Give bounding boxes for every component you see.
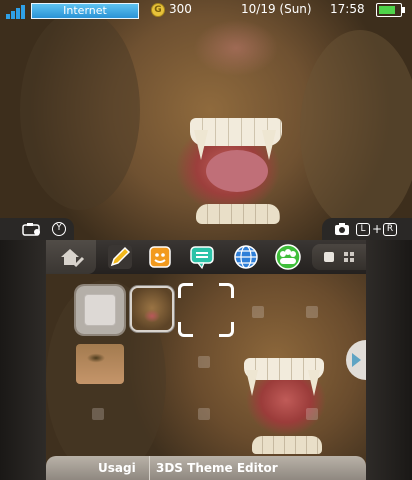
view-toggle[interactable] [312,244,366,270]
user-name-bar: Usagi 3DS Theme Editor [46,456,366,480]
monkey-lower-teeth [196,204,280,224]
plus-sign: + [372,222,383,236]
speech-bubble-icon[interactable] [188,243,216,271]
battery-icon [376,3,405,17]
top-screen-wallpaper: Internet G 300 10/19 (Sun) 17:58 Y L + R [0,0,412,240]
y-button-icon: Y [52,222,66,236]
play-coin-icon: G [151,3,165,17]
battery-level-fill [379,6,395,14]
camera-icon [335,223,349,235]
scroll-right-button[interactable] [346,340,366,380]
home-settings-icon [61,249,85,268]
people-icon[interactable] [274,243,302,271]
fur-shade [20,10,140,210]
globe-icon[interactable] [232,243,260,271]
date-display: 10/19 (Sun) [241,2,312,16]
app-slot-theme-icon[interactable] [132,288,172,330]
bottom-screen-wallpaper [46,240,366,480]
selected-title: 3DS Theme Editor [156,461,278,475]
empty-slot-marker[interactable] [198,356,210,368]
monkey-fang-left [246,370,258,396]
app-slot-folder-thumbnail[interactable] [76,344,124,384]
monkey-fang-right [308,370,320,396]
monkey-fang-left [194,130,208,160]
camera-shortcut-hint-left[interactable]: Y [0,218,74,240]
app-slot-empty-cartridge[interactable] [76,286,124,334]
empty-slot-marker[interactable] [92,408,104,420]
l-button-icon: L [356,223,370,236]
monkey-lower-teeth [252,436,322,454]
monkey-fang-right [262,130,276,160]
smiley-icon[interactable] [146,243,174,271]
user-name: Usagi [98,461,136,475]
fur-shade [300,30,412,230]
camera-icon [22,223,40,236]
single-view-icon[interactable] [324,252,334,262]
selection-cursor [178,283,234,337]
home-settings-button[interactable] [46,240,96,274]
wifi-signal-icon [6,3,28,19]
clock-display: 17:58 [330,2,365,16]
bottom-screen-right-bezel [366,240,412,480]
empty-slot-marker[interactable] [198,408,210,420]
play-coin-count: 300 [169,2,192,16]
bottom-screen-left-bezel [0,240,46,480]
home-menu-toolbar [46,240,366,274]
name-bar-divider [149,456,150,480]
camera-shortcut-hint-right[interactable]: L + R [322,218,412,240]
internet-status-badge: Internet [31,3,139,19]
empty-slot-marker[interactable] [306,306,318,318]
grid-view-icon[interactable] [344,252,354,262]
r-button-icon: R [383,223,397,236]
pencil-icon[interactable] [106,243,134,271]
empty-slot-marker[interactable] [306,408,318,420]
empty-slot-marker[interactable] [252,306,264,318]
monkey-tongue [206,150,268,192]
